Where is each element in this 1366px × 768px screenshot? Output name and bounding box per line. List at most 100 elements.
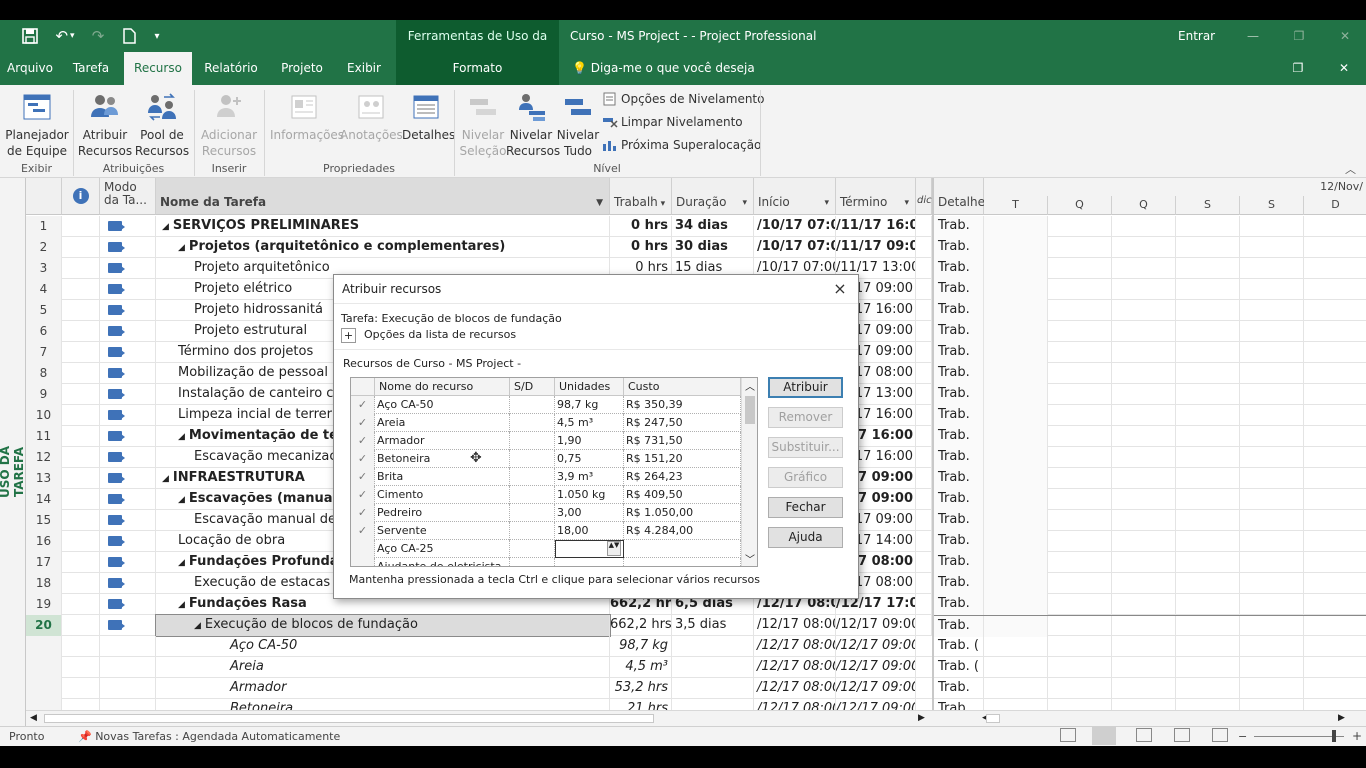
assignment-name[interactable]: Betoneira	[156, 699, 610, 710]
assignment-finish[interactable]: /12/17 09:00	[836, 636, 916, 657]
task-row[interactable]: 20 ◢ Execução de blocos de fundação 662,2 h…	[26, 614, 932, 637]
assignment-start[interactable]: /12/17 08:00	[754, 657, 836, 678]
report-view-icon[interactable]	[1212, 728, 1228, 742]
resource-rd[interactable]	[510, 522, 555, 540]
assignment-finish[interactable]: /12/17 09:00	[836, 678, 916, 699]
resource-rd[interactable]	[510, 486, 555, 504]
indicator-header[interactable]: i	[62, 178, 100, 215]
timescale-cell[interactable]	[1048, 300, 1112, 321]
task-name-cell[interactable]: ◢ SERVIÇOS PRELIMINARES	[156, 216, 610, 237]
duration-cell[interactable]: 34 dias	[672, 216, 754, 237]
task-name-cell[interactable]: ◢ Execução de blocos de fundação	[155, 614, 611, 637]
close-button[interactable]: Fechar	[768, 497, 843, 518]
row-number[interactable]: 20	[26, 615, 62, 636]
timescale-row[interactable]: Trab.	[934, 573, 1366, 594]
timescale-cell[interactable]	[1304, 300, 1366, 321]
assignment-finish[interactable]: /12/17 09:00	[836, 699, 916, 710]
resource-row[interactable]: ✓ Areia 4,5 m³ R$ 247,50	[351, 414, 741, 432]
row-number[interactable]: 7	[26, 342, 62, 363]
timescale-cell[interactable]	[984, 468, 1048, 489]
timescale-cell[interactable]	[1304, 678, 1366, 699]
timescale-cell[interactable]	[1240, 405, 1304, 426]
resource-row[interactable]: ✓ Armador 1,90 R$ 731,50	[351, 432, 741, 450]
finish-cell[interactable]: /12/17 09:00	[836, 615, 916, 636]
collapse-triangle-icon[interactable]: ◢	[178, 558, 185, 568]
timescale-cell[interactable]	[1240, 573, 1304, 594]
timescale-cell[interactable]	[1048, 216, 1112, 237]
zoom-thumb[interactable]	[1332, 730, 1336, 742]
scroll-left-icon[interactable]: ◀	[30, 713, 37, 723]
timescale-cell[interactable]	[1304, 699, 1366, 710]
timescale-cell[interactable]	[1048, 384, 1112, 405]
timescale-cell[interactable]	[1176, 657, 1240, 678]
timescale-row[interactable]: Trab.	[934, 678, 1366, 699]
timescale-cell[interactable]	[1304, 657, 1366, 678]
start-cell[interactable]: /10/17 07:00	[754, 216, 836, 237]
timescale-cell[interactable]	[1112, 300, 1176, 321]
timescale-cell[interactable]	[1240, 699, 1304, 710]
finish-header[interactable]: Término ▾	[836, 178, 916, 215]
resource-pool-button[interactable]: Pool de Recursos	[134, 91, 190, 159]
resource-row[interactable]: ✓ Betoneira 0,75 R$ 151,20	[351, 450, 741, 468]
timescale-cell[interactable]	[1240, 510, 1304, 531]
assign-button[interactable]: Atribuir	[768, 377, 843, 398]
timescale-cell[interactable]	[984, 636, 1048, 657]
timescale-cell[interactable]	[1048, 699, 1112, 710]
timescale-cell[interactable]	[1112, 616, 1176, 637]
timescale-cell[interactable]	[1048, 237, 1112, 258]
row-number[interactable]: 12	[26, 447, 62, 468]
timescale-cell[interactable]	[1048, 552, 1112, 573]
timescale-cell[interactable]	[1112, 699, 1176, 710]
task-name-header[interactable]: Nome da Tarefa ▼	[156, 178, 610, 215]
task-row[interactable]: 2 ◢ Projetos (arquitetônico e complementar…	[26, 237, 932, 258]
timescale-row[interactable]: Trab.	[934, 552, 1366, 573]
timescale-cell[interactable]	[984, 594, 1048, 615]
timescale-cell[interactable]	[1112, 573, 1176, 594]
resource-units[interactable]: 0,75	[555, 450, 624, 468]
options-link[interactable]: Opções da lista de recursos	[364, 328, 516, 341]
tab-arquivo[interactable]: Arquivo	[0, 52, 60, 85]
timescale-cell[interactable]	[1176, 279, 1240, 300]
row-number[interactable]: 9	[26, 384, 62, 405]
units-spinner[interactable]: ▲▼	[607, 541, 621, 556]
timescale-cell[interactable]	[984, 300, 1048, 321]
duration-header[interactable]: Duração ▾	[672, 178, 754, 215]
new-file-icon[interactable]	[118, 20, 140, 52]
timescale-cell[interactable]	[1304, 321, 1366, 342]
row-number[interactable]: 13	[26, 468, 62, 489]
timescale-cell[interactable]	[984, 552, 1048, 573]
timescale-cell[interactable]	[984, 510, 1048, 531]
timescale-cell[interactable]	[1304, 447, 1366, 468]
assign-resources-button[interactable]: Atribuir Recursos	[76, 91, 134, 159]
timescale-row[interactable]: Trab.	[934, 531, 1366, 552]
timescale-cell[interactable]	[1112, 279, 1176, 300]
timescale-cell[interactable]	[1112, 468, 1176, 489]
assignment-row[interactable]: Areia 4,5 m³/12/17 08:00/12/17 09:00	[26, 657, 932, 678]
tab-projeto[interactable]: Projeto	[274, 52, 330, 85]
team-planner-button[interactable]: Planejador de Equipe	[4, 91, 70, 159]
timescale-cell[interactable]	[1240, 342, 1304, 363]
assignment-work[interactable]: 53,2 hrs	[610, 678, 672, 699]
start-cell[interactable]: /12/17 08:00	[754, 615, 836, 636]
timescale-row[interactable]: Trab.	[934, 342, 1366, 363]
row-number[interactable]: 19	[26, 594, 62, 615]
assignment-row[interactable]: Betoneira 21 hrs/12/17 08:00/12/17 09:00	[26, 699, 932, 710]
timescale-cell[interactable]	[984, 699, 1048, 710]
timescale-row[interactable]: Trab.	[934, 468, 1366, 489]
timescale-row[interactable]: Trab.	[934, 489, 1366, 510]
timescale-cell[interactable]	[1176, 426, 1240, 447]
row-number[interactable]: 4	[26, 279, 62, 300]
timescale-row[interactable]: Trab.	[934, 258, 1366, 279]
timescale-cell[interactable]	[1176, 216, 1240, 237]
timescale-cell[interactable]	[1112, 636, 1176, 657]
timescale-cell[interactable]	[1176, 405, 1240, 426]
assignment-work[interactable]: 21 hrs	[610, 699, 672, 710]
row-number[interactable]: 18	[26, 573, 62, 594]
timescale-row[interactable]: Trab.	[934, 279, 1366, 300]
timescale-cell[interactable]	[1240, 447, 1304, 468]
row-number[interactable]: 16	[26, 531, 62, 552]
timescale-cell[interactable]	[1048, 657, 1112, 678]
customize-qat-icon[interactable]: ▾	[148, 20, 166, 52]
resource-name[interactable]: Betoneira	[375, 450, 510, 468]
finish-cell[interactable]: /11/17 16:00	[836, 216, 916, 237]
